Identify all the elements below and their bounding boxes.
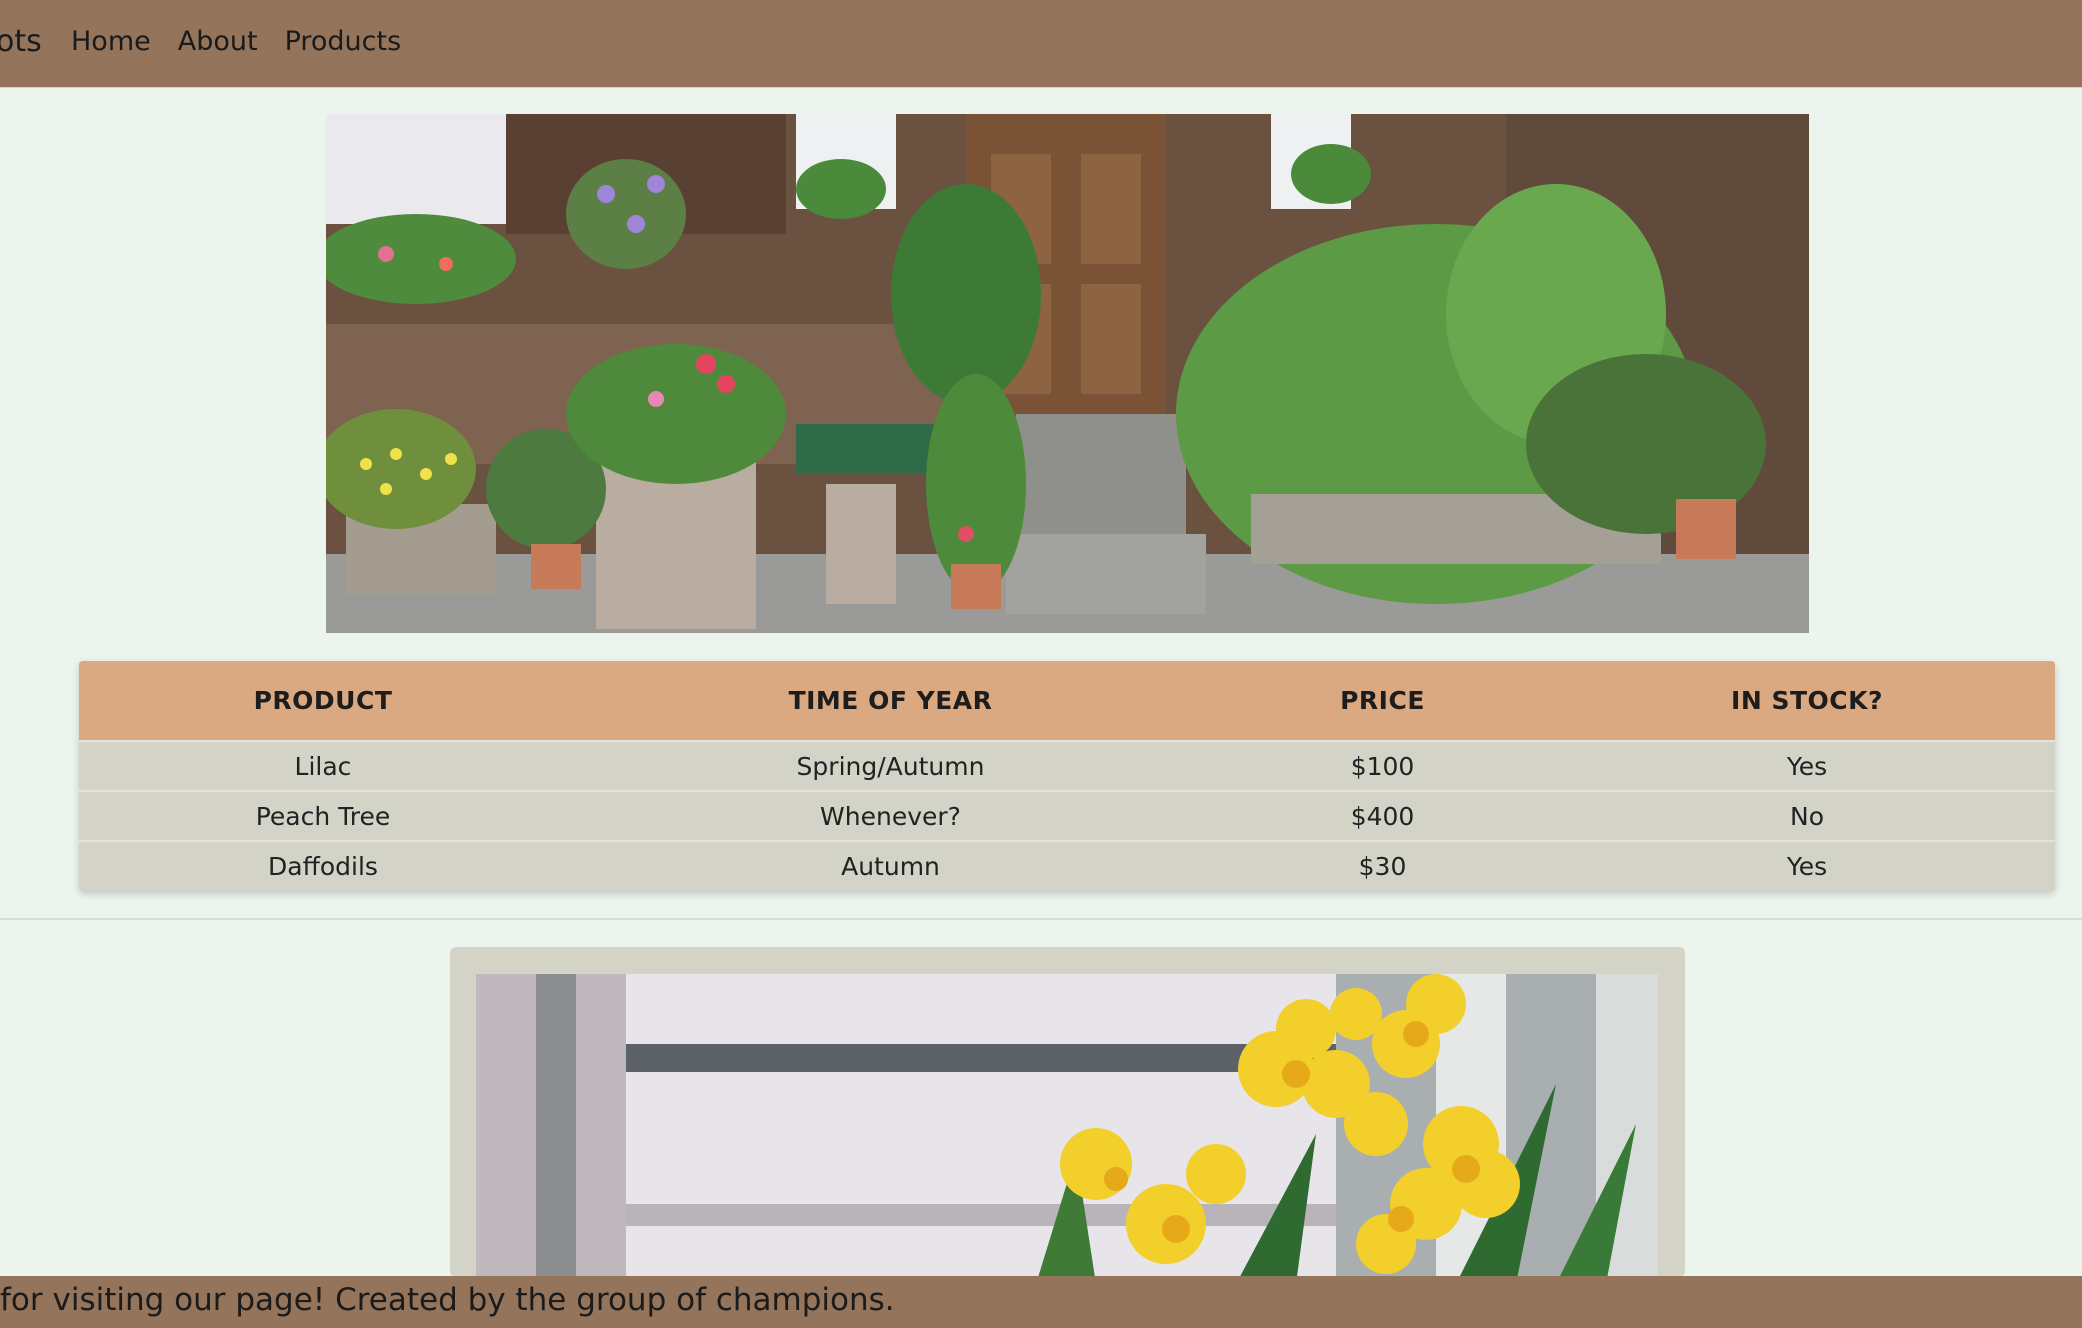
products-table-card: PRODUCT TIME OF YEAR PRICE IN STOCK? Lil… <box>79 661 2055 891</box>
footer-message: for visiting our page! Created by the gr… <box>0 1282 895 1318</box>
table-row: Daffodils Autumn $30 Yes <box>79 841 2055 891</box>
cell-product: Peach Tree <box>255 801 391 831</box>
cell-price: $400 <box>1350 801 1415 831</box>
header-price: PRICE <box>1340 686 1425 715</box>
cell-product: Daffodils <box>268 852 378 881</box>
nav-link-about[interactable]: About <box>178 22 258 62</box>
cell-in-stock: Yes <box>1786 751 1828 781</box>
garden-house-illustration <box>326 114 1809 633</box>
cell-time-of-year: Whenever? <box>820 801 961 831</box>
cell-price: $30 <box>1358 852 1407 881</box>
table-row: Peach Tree Whenever? $400 No <box>79 791 2055 841</box>
cell-time-of-year: Spring/Autumn <box>796 751 985 781</box>
section-divider <box>0 918 2082 920</box>
top-navbar: ots Home About Products <box>0 0 2082 88</box>
hero-image-garden-house <box>326 114 1809 633</box>
nav-link-home[interactable]: Home <box>71 22 151 62</box>
cell-in-stock: No <box>1790 801 1824 831</box>
products-table: PRODUCT TIME OF YEAR PRICE IN STOCK? Lil… <box>79 661 2055 891</box>
daffodil-photo <box>476 974 1658 1277</box>
cell-price: $100 <box>1350 751 1415 781</box>
header-product: PRODUCT <box>253 686 393 715</box>
header-time-of-year: TIME OF YEAR <box>788 686 993 715</box>
nav-link-products[interactable]: Products <box>285 22 402 62</box>
daffodils-illustration <box>476 974 1658 1277</box>
cell-time-of-year: Autumn <box>841 852 940 881</box>
nav-links: Home About Products <box>71 22 401 62</box>
daffodil-photo-frame <box>450 947 1685 1277</box>
table-row: Lilac Spring/Autumn $100 Yes <box>79 741 2055 791</box>
brand-name[interactable]: ots <box>0 22 42 62</box>
cell-product: Lilac <box>294 751 352 781</box>
table-header-row: PRODUCT TIME OF YEAR PRICE IN STOCK? <box>79 661 2055 741</box>
cell-in-stock: Yes <box>1786 852 1828 881</box>
header-in-stock: IN STOCK? <box>1731 686 1883 715</box>
page-footer: for visiting our page! Created by the gr… <box>0 1276 2082 1328</box>
